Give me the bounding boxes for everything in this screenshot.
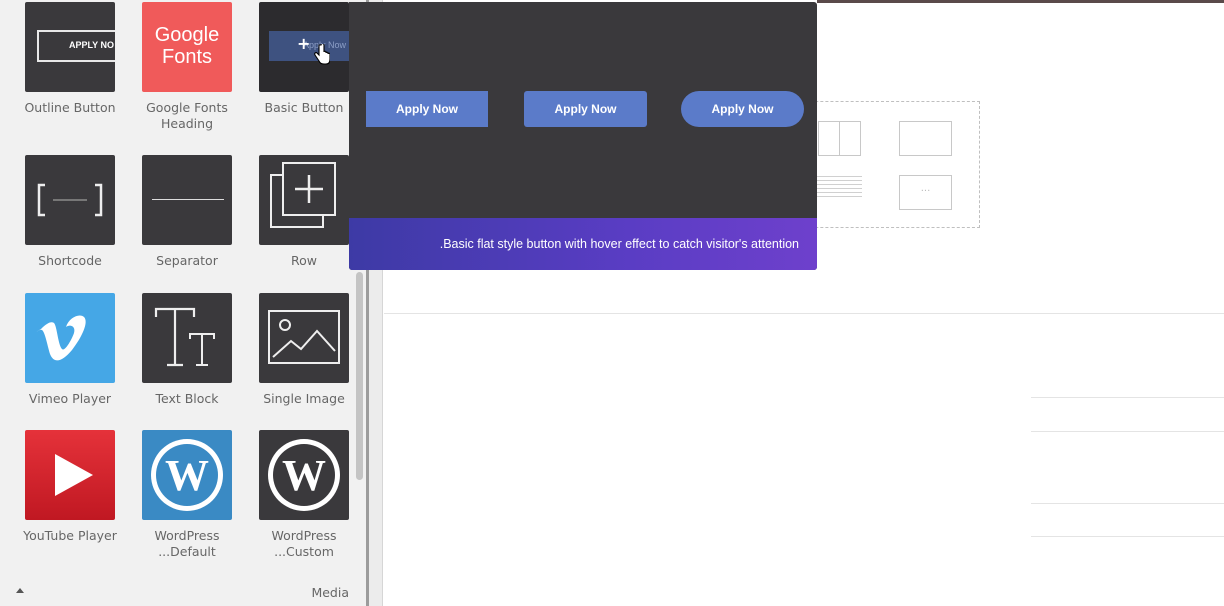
wordpress-default-thumbnail: W (142, 430, 232, 520)
tile-label: Row (291, 253, 317, 268)
tile-label: YouTube Player (23, 528, 117, 543)
content-line (1031, 431, 1224, 432)
separator-thumbnail (142, 155, 232, 245)
content-line (1031, 397, 1224, 398)
wordpress-icon: W (268, 439, 340, 511)
panel-scrollbar[interactable] (356, 272, 363, 480)
tile-label: Shortcode (38, 253, 102, 268)
content-line (1031, 536, 1224, 537)
wire-box (899, 121, 952, 156)
preview-description: .Basic flat style button with hover effe… (349, 218, 817, 270)
separator-line-icon (152, 199, 224, 200)
text-block-icon (154, 307, 215, 367)
section-divider (384, 313, 1224, 314)
single-image-thumbnail (259, 293, 349, 383)
text-block-thumbnail (142, 293, 232, 383)
tile-label: Single Image (263, 391, 345, 406)
play-icon (55, 454, 93, 496)
tile-label: WordPress ...Custom (271, 528, 337, 559)
tile-label: Outline Button (24, 100, 116, 115)
element-panel: APPLY NO Outline Button Google Fonts Goo… (0, 0, 366, 606)
image-icon (268, 310, 340, 364)
wordpress-custom-thumbnail: W (259, 430, 349, 520)
youtube-thumbnail (25, 430, 115, 520)
wire-more-box: ··· (899, 175, 952, 210)
tile-label: WordPress ...Default (154, 528, 220, 559)
wordpress-icon: W (151, 439, 223, 511)
header-strip (817, 0, 1224, 3)
tile-label: Google Fonts Heading (146, 100, 228, 131)
wire-columns (818, 121, 861, 156)
basic-button-thumbnail: Apply Now + (259, 2, 349, 92)
element-preview-popup: Apply Now Apply Now Apply Now .Basic fla… (349, 2, 817, 270)
row-add-icon (270, 162, 336, 228)
plus-icon: + (297, 34, 311, 53)
svg-text:W: W (282, 451, 326, 500)
svg-text:W: W (165, 451, 209, 500)
tile-label: Text Block (155, 391, 219, 406)
shortcode-thumbnail (25, 155, 115, 245)
vimeo-icon (36, 315, 86, 361)
preview-button-square: Apply Now (366, 91, 488, 127)
preview-button-pill: Apply Now (681, 91, 804, 127)
collapse-arrow-icon[interactable] (16, 588, 24, 593)
google-fonts-thumbnail: Google Fonts (142, 2, 232, 92)
tile-label: Vimeo Player (28, 391, 112, 406)
row-thumbnail (259, 155, 349, 245)
outline-button-thumb-text: APPLY NO (69, 40, 115, 50)
google-fonts-logo-text-2: Fonts (161, 46, 213, 68)
shortcode-icon (37, 183, 103, 217)
layout-placeholder[interactable]: ··· (790, 101, 980, 228)
preview-button-rounded: Apply Now (524, 91, 647, 127)
tile-label: Separator (156, 253, 218, 268)
tile-label: Basic Button (264, 100, 344, 115)
wire-text-lines (816, 176, 862, 200)
google-fonts-logo-text-1: Google (154, 24, 220, 46)
hand-cursor-icon (314, 44, 330, 65)
vimeo-thumbnail (25, 293, 115, 383)
content-line (1031, 503, 1224, 504)
outline-button-thumbnail: APPLY NO (25, 2, 115, 92)
category-label[interactable]: Media (311, 585, 349, 600)
